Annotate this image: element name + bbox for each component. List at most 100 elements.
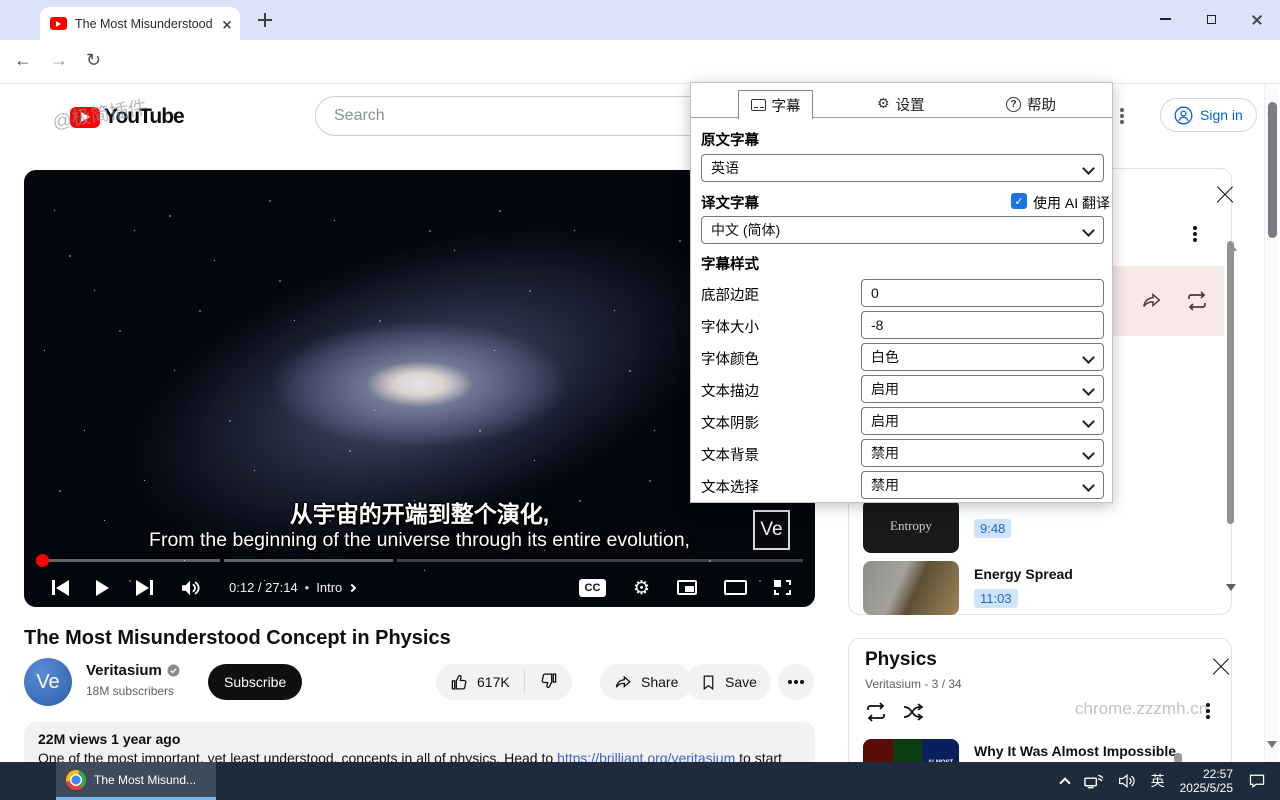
taskbar-app-chrome[interactable]: The Most Misund... bbox=[56, 762, 216, 800]
forward-button[interactable]: → bbox=[50, 50, 68, 71]
progress-chapter-3[interactable] bbox=[397, 559, 803, 562]
text-shadow-select[interactable]: 启用 bbox=[861, 407, 1104, 435]
playlist-kebab-button[interactable] bbox=[1193, 225, 1197, 236]
like-button[interactable]: 617K bbox=[436, 673, 524, 692]
reload-icon: ↻ bbox=[86, 50, 101, 70]
like-count: 617K bbox=[477, 674, 510, 690]
share-button[interactable]: Share bbox=[600, 664, 692, 700]
captions-button[interactable]: CC bbox=[579, 579, 606, 597]
reload-button[interactable]: ↻ bbox=[86, 50, 101, 71]
bar-icon bbox=[52, 580, 55, 595]
back-button[interactable]: ← bbox=[14, 50, 32, 71]
row-label: 底部边距 bbox=[701, 284, 759, 305]
tab-settings[interactable]: ⚙ 设置 bbox=[877, 90, 925, 118]
window-controls bbox=[1142, 0, 1280, 38]
minimize-icon bbox=[1160, 18, 1171, 20]
shuffle-button[interactable] bbox=[901, 701, 927, 723]
kebab-icon bbox=[1206, 709, 1210, 713]
channel-watermark[interactable]: Ve bbox=[753, 510, 790, 550]
close-button[interactable] bbox=[1234, 0, 1280, 38]
tab-help[interactable]: ? 帮助 bbox=[1006, 90, 1056, 118]
tray-expand-chevron[interactable] bbox=[1059, 777, 1070, 788]
scrollbar-thumb[interactable] bbox=[1268, 102, 1277, 238]
physics-playlist-card: Physics Veritasium - 3 / 34 chrome.zzzmh… bbox=[848, 638, 1232, 762]
bottom-margin-input[interactable]: 0 bbox=[861, 279, 1104, 307]
header-menu-button[interactable] bbox=[1120, 107, 1124, 118]
progress-chapter-2[interactable] bbox=[224, 559, 393, 562]
restore-icon bbox=[1207, 15, 1216, 24]
input-language-indicator[interactable]: 英 bbox=[1151, 771, 1165, 791]
description-box[interactable]: 22M views 1 year ago One of the most imp… bbox=[24, 722, 815, 762]
tab-label: 设置 bbox=[896, 94, 925, 115]
text-selection-select[interactable]: 禁用 bbox=[861, 471, 1104, 499]
text-background-select[interactable]: 禁用 bbox=[861, 439, 1104, 467]
chapter-label[interactable]: Intro bbox=[316, 580, 342, 595]
start-button[interactable] bbox=[0, 772, 16, 790]
ve-logo-text: Ve bbox=[760, 519, 782, 541]
dislike-button[interactable] bbox=[525, 671, 572, 693]
channel-name[interactable]: Veritasium bbox=[86, 662, 180, 679]
page-scrollbar[interactable] bbox=[1264, 84, 1278, 762]
tab-title: The Most Misunderstood Co bbox=[75, 17, 214, 31]
kebab-icon bbox=[1120, 114, 1124, 118]
ai-translate-checkbox[interactable]: ✓ bbox=[1011, 193, 1027, 209]
playlist-item-title[interactable]: Energy Spread bbox=[974, 566, 1073, 582]
playlist-item-thumbnail[interactable]: Entropy bbox=[863, 499, 959, 553]
repeat-icon[interactable] bbox=[1184, 290, 1210, 312]
font-size-input[interactable]: -8 bbox=[861, 311, 1104, 339]
sign-in-button[interactable]: Sign in bbox=[1160, 98, 1257, 132]
card-scrollbar-thumb[interactable] bbox=[1174, 753, 1182, 762]
loop-button[interactable] bbox=[863, 701, 889, 723]
speaker-icon[interactable] bbox=[1118, 773, 1136, 789]
theater-button[interactable] bbox=[724, 580, 747, 595]
desc-before: One of the most important, yet least und… bbox=[38, 750, 557, 762]
more-actions-button[interactable] bbox=[778, 664, 814, 700]
card-kebab-button[interactable] bbox=[1206, 701, 1210, 713]
playlist-item-thumbnail[interactable] bbox=[863, 561, 959, 615]
minimize-button[interactable] bbox=[1142, 0, 1188, 38]
subscribe-button[interactable]: Subscribe bbox=[208, 664, 302, 700]
settings-button[interactable]: ⚙ bbox=[633, 577, 650, 599]
clock-time: 22:57 bbox=[1203, 767, 1233, 781]
fullscreen-button[interactable] bbox=[774, 580, 791, 595]
panel-collapse-arrow[interactable] bbox=[1226, 591, 1236, 609]
previous-button[interactable] bbox=[52, 580, 69, 596]
tab-close-icon[interactable] bbox=[223, 20, 231, 28]
font-color-select[interactable]: 白色 bbox=[861, 343, 1104, 371]
tab-subtitles[interactable]: 字幕 bbox=[738, 90, 813, 119]
taskbar-clock[interactable]: 22:57 2025/5/25 bbox=[1180, 767, 1233, 795]
miniplayer-button[interactable] bbox=[677, 580, 697, 595]
network-icon[interactable] bbox=[1084, 773, 1103, 789]
browser-tab[interactable]: The Most Misunderstood Co bbox=[40, 7, 240, 40]
desc-link[interactable]: https://brilliant.org/veritasium bbox=[557, 750, 735, 762]
share-icon[interactable] bbox=[1140, 290, 1164, 312]
translated-subtitle-select[interactable]: 中文 (简体) bbox=[701, 216, 1104, 244]
progress-scrubber[interactable] bbox=[36, 554, 49, 567]
playlist-title[interactable]: Physics bbox=[865, 649, 937, 671]
tab-label: 帮助 bbox=[1027, 94, 1056, 115]
select-value: 禁用 bbox=[871, 475, 899, 495]
playlist-item-thumbnail[interactable]: EASY EASY ALMOST IMPOSSIBLE bbox=[863, 739, 959, 762]
progress-chapter-1[interactable] bbox=[48, 559, 220, 562]
scroll-down-arrow[interactable] bbox=[1267, 748, 1277, 762]
chapter-chevron-icon[interactable] bbox=[348, 583, 356, 591]
panel-scrollbar-thumb[interactable] bbox=[1227, 241, 1234, 524]
thumb-label: Entropy bbox=[890, 518, 932, 534]
volume-button[interactable] bbox=[180, 579, 202, 597]
next-button[interactable] bbox=[136, 580, 153, 596]
original-subtitle-select[interactable]: 英语 bbox=[701, 154, 1104, 182]
duration-badge: 11:03 bbox=[974, 589, 1018, 608]
select-value: 中文 (简体) bbox=[711, 220, 780, 240]
save-button[interactable]: Save bbox=[686, 664, 771, 700]
text-outline-select[interactable]: 启用 bbox=[861, 375, 1104, 403]
youtube-favicon-icon bbox=[50, 17, 67, 30]
browser-titlebar: The Most Misunderstood Co bbox=[0, 0, 1280, 40]
channel-avatar[interactable]: Ve bbox=[24, 658, 72, 706]
restore-button[interactable] bbox=[1188, 0, 1234, 38]
duration-badge: 9:48 bbox=[974, 519, 1011, 538]
playlist-item-title[interactable]: Why It Was Almost Impossible bbox=[974, 743, 1176, 759]
row-label: 字体颜色 bbox=[701, 348, 759, 369]
notification-icon[interactable] bbox=[1248, 773, 1266, 789]
views-line: 22M views 1 year ago bbox=[38, 731, 801, 747]
play-button[interactable] bbox=[96, 580, 109, 596]
